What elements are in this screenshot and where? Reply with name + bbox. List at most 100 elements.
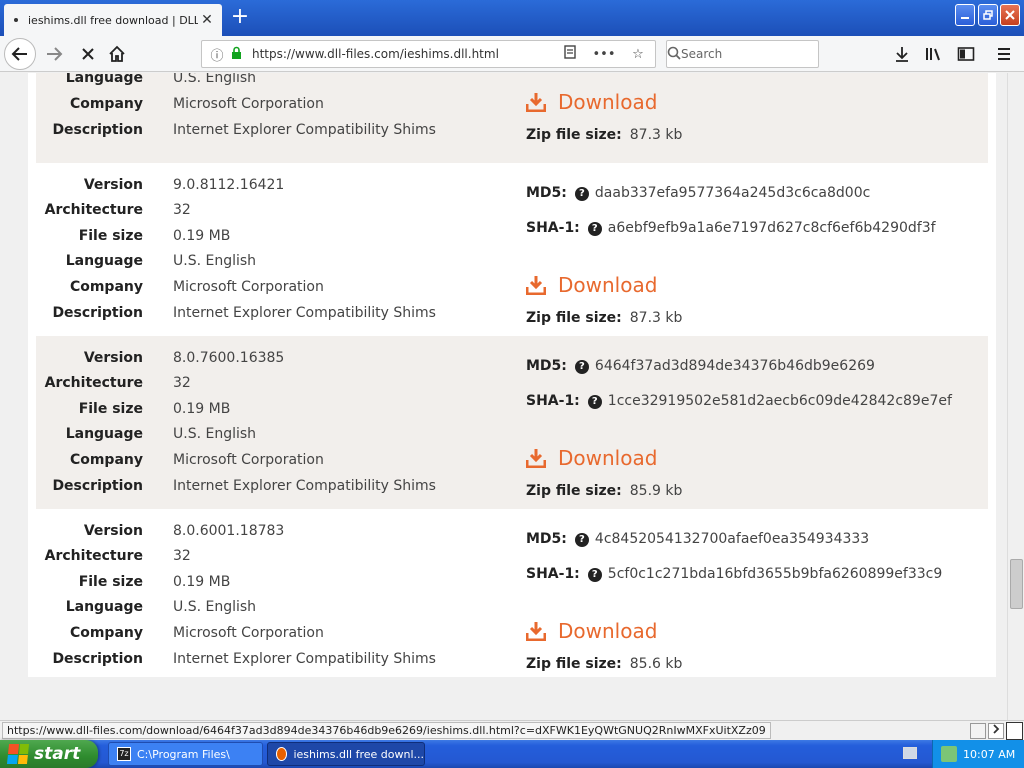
help-icon[interactable]: ? (587, 568, 602, 582)
library-icon (926, 48, 940, 61)
zip-size-label: Zip file size: (526, 127, 622, 143)
language-label: Language (65, 253, 143, 269)
md5-row: MD5:? 6464f37ad3d894de34376b46db9e6269 (526, 358, 875, 374)
search-box[interactable] (666, 40, 831, 68)
language-value: U.S. English (173, 426, 257, 442)
windows-logo-icon (6, 744, 30, 764)
back-button[interactable] (4, 38, 36, 70)
sha1-label: SHA-1: (526, 566, 580, 582)
download-link[interactable]: Download (526, 90, 657, 114)
restore-button[interactable] (978, 4, 998, 26)
menu-button[interactable] (990, 40, 1018, 68)
address-bar[interactable]: ⓘ https://www.dll-files.com/ieshims.dll.… (201, 40, 656, 68)
start-button[interactable]: start (0, 740, 98, 768)
file-size-label: File size (78, 574, 143, 590)
stop-icon (82, 48, 94, 60)
stop-button[interactable] (74, 40, 102, 68)
file-size-value: 0.19 MB (173, 228, 231, 244)
resize-corner (1006, 722, 1023, 740)
scrollbar-thumb[interactable] (1010, 559, 1023, 609)
zip-size-row: Zip file size: 87.3 kb (526, 127, 682, 143)
company-value: Microsoft Corporation (173, 452, 324, 468)
url-text[interactable]: https://www.dll-files.com/ieshims.dll.ht… (244, 47, 553, 61)
tab-title: ieshims.dll free download | DLL-file (28, 13, 198, 27)
version-entry: Version 9.0.8112.16421 Architecture 32 F… (36, 163, 988, 336)
taskbar-item-firefox[interactable]: ieshims.dll free downl... (267, 742, 425, 766)
version-value: 9.0.8112.16421 (173, 177, 285, 193)
language-label: Language (65, 599, 143, 615)
description-label: Description (52, 305, 143, 321)
system-tray: 10:07 AM (932, 740, 1024, 768)
page-actions-icon[interactable]: ••• (587, 47, 621, 62)
file-versions-list: Language U.S. English Company Microsoft … (28, 73, 996, 677)
language-row: Language U.S. English (36, 253, 516, 273)
help-icon[interactable]: ? (574, 533, 589, 547)
sha1-label: SHA-1: (526, 220, 580, 236)
company-value: Microsoft Corporation (173, 625, 324, 641)
forward-arrow-icon (47, 47, 63, 61)
zip-size-label: Zip file size: (526, 483, 622, 499)
home-button[interactable] (103, 40, 131, 68)
version-value: 8.0.6001.18783 (173, 523, 285, 539)
download-link[interactable]: Download (526, 619, 657, 643)
new-tab-button[interactable]: + (228, 6, 252, 30)
firefox-icon (276, 747, 288, 761)
clock[interactable]: 10:07 AM (963, 748, 1015, 761)
download-icon (526, 93, 546, 112)
md5-value: 6464f37ad3d894de34376b46db9e6269 (594, 358, 875, 374)
download-label[interactable]: Download (558, 90, 657, 114)
taskbar-item-explorer[interactable]: 7z C:\Program Files\ (108, 742, 263, 766)
zip-size-row: Zip file size: 85.9 kb (526, 483, 682, 499)
minimize-icon (961, 17, 969, 19)
zip-size-label: Zip file size: (526, 656, 622, 672)
download-label[interactable]: Download (558, 446, 657, 470)
help-icon[interactable]: ? (587, 222, 602, 236)
download-label[interactable]: Download (558, 619, 657, 643)
window-close-button[interactable] (1000, 4, 1020, 26)
reader-view-icon[interactable] (553, 45, 587, 63)
sha1-value: a6ebf9efb9a1a6e7197d627c8cf6ef6b4290df3f (607, 220, 936, 236)
download-icon (526, 622, 546, 641)
horizontal-scrollbar-track[interactable] (970, 723, 986, 739)
company-label: Company (69, 625, 143, 641)
version-row: Version 9.0.8112.16421 (36, 177, 516, 197)
description-label: Description (52, 478, 143, 494)
status-bar: https://www.dll-files.com/download/6464f… (0, 720, 1024, 740)
download-label[interactable]: Download (558, 273, 657, 297)
tab-loading-icon (14, 18, 18, 22)
forward-button[interactable] (40, 40, 68, 68)
architecture-value: 32 (173, 375, 191, 391)
navigation-toolbar: ⓘ https://www.dll-files.com/ieshims.dll.… (0, 36, 1024, 72)
description-value: Internet Explorer Compatibility Shims (173, 305, 436, 321)
minimize-button[interactable] (955, 4, 975, 26)
scroll-right-arrow[interactable] (988, 723, 1004, 739)
architecture-row: Architecture 32 (36, 548, 516, 568)
command-prompt-icon: 7z (117, 747, 131, 761)
download-link[interactable]: Download (526, 446, 657, 470)
keyboard-icon[interactable] (903, 747, 917, 759)
bookmark-star-icon[interactable]: ☆ (621, 47, 655, 62)
downloads-button[interactable] (888, 40, 916, 68)
help-icon[interactable]: ? (587, 395, 602, 409)
library-button[interactable] (920, 40, 948, 68)
help-icon[interactable]: ? (574, 360, 589, 374)
secure-lock-icon[interactable] (228, 46, 244, 62)
sidebar-button[interactable] (952, 40, 980, 68)
md5-label: MD5: (526, 358, 567, 374)
company-label: Company (69, 96, 143, 112)
vertical-scrollbar[interactable] (1007, 73, 1024, 720)
file-size-value: 0.19 MB (173, 574, 231, 590)
browser-tab[interactable]: ieshims.dll free download | DLL-file ✕ (4, 4, 222, 36)
taskbar-item-label: C:\Program Files\ (137, 747, 230, 761)
download-link[interactable]: Download (526, 273, 657, 297)
search-input[interactable] (681, 47, 831, 61)
description-row: Description Internet Explorer Compatibil… (36, 478, 516, 498)
version-row: Version 8.0.6001.18783 (36, 523, 516, 543)
sha1-value: 1cce32919502e581d2aecb6c09de42842c89e7ef (607, 393, 952, 409)
md5-row: MD5:? daab337efa9577364a245d3c6ca8d00c (526, 185, 870, 201)
network-icon[interactable] (941, 746, 957, 762)
help-icon[interactable]: ? (574, 187, 589, 201)
site-info-icon[interactable]: ⓘ (206, 45, 228, 64)
start-label: start (34, 744, 81, 764)
tab-close-icon[interactable]: ✕ (198, 11, 216, 29)
